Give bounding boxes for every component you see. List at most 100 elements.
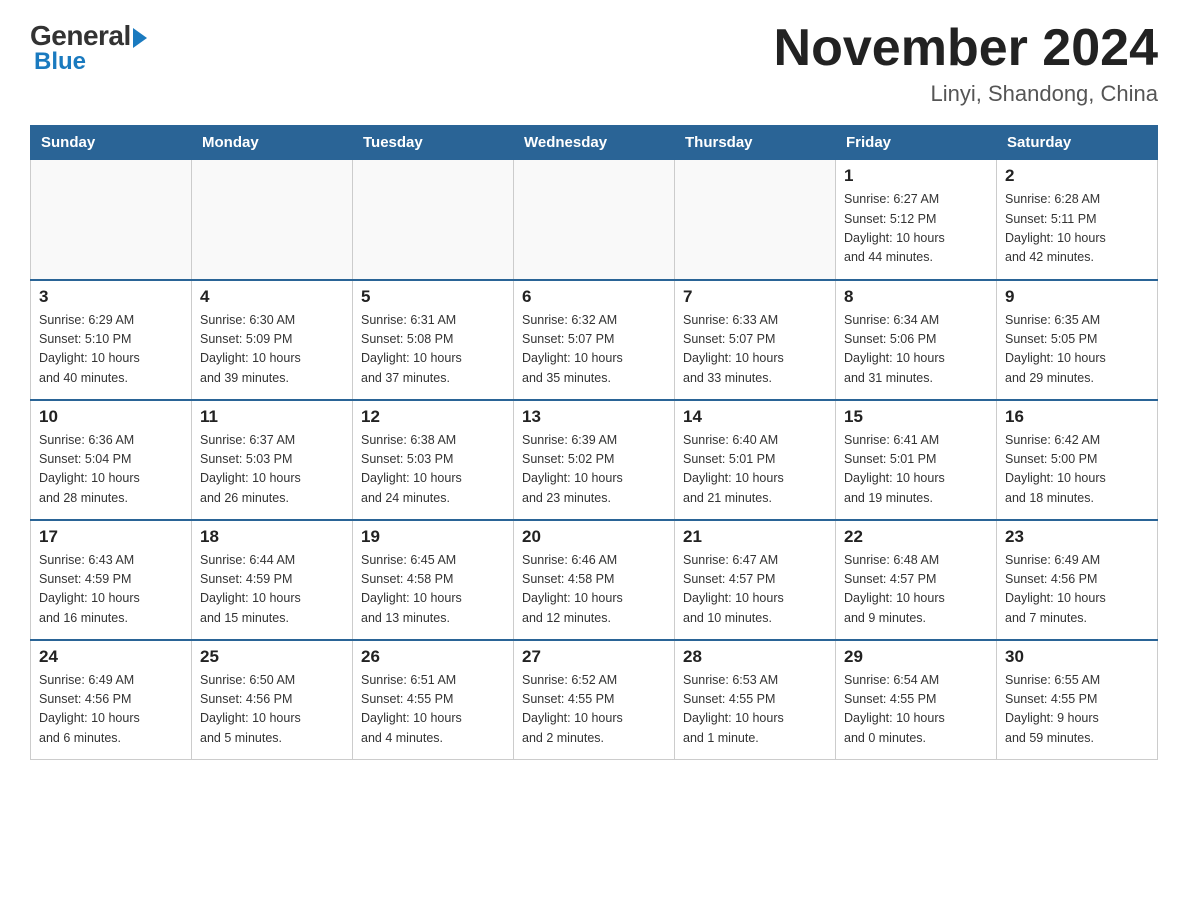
day-number: 22	[844, 527, 988, 547]
calendar-cell: 3 Sunrise: 6:29 AM Sunset: 5:10 PM Daylig…	[31, 280, 192, 400]
calendar-cell: 20 Sunrise: 6:46 AM Sunset: 4:58 PM Dayli…	[514, 520, 675, 640]
calendar-cell: 16Sunrise: 6:42 AM Sunset: 5:00 PM Dayli…	[997, 400, 1158, 520]
day-number: 12	[361, 407, 505, 427]
header-friday: Friday	[836, 126, 997, 160]
calendar-cell: 18 Sunrise: 6:44 AM Sunset: 4:59 PM Dayli…	[192, 520, 353, 640]
day-number: 13	[522, 407, 666, 427]
logo: General Blue	[30, 20, 147, 76]
calendar-cell: 6 Sunrise: 6:32 AM Sunset: 5:07 PM Daylig…	[514, 280, 675, 400]
day-number: 4	[200, 287, 344, 307]
calendar-title: November 2024	[774, 20, 1158, 77]
day-number: 1	[844, 166, 988, 186]
logo-arrow-icon	[133, 28, 147, 48]
day-info: Sunrise: 6:47 AM Sunset: 4:57 PM Dayligh…	[683, 551, 827, 629]
calendar-cell: 21 Sunrise: 6:47 AM Sunset: 4:57 PM Dayli…	[675, 520, 836, 640]
day-number: 21	[683, 527, 827, 547]
calendar-cell: 9 Sunrise: 6:35 AM Sunset: 5:05 PM Daylig…	[997, 280, 1158, 400]
calendar-cell: 26 Sunrise: 6:51 AM Sunset: 4:55 PM Dayli…	[353, 640, 514, 760]
day-info: Sunrise: 6:53 AM Sunset: 4:55 PM Dayligh…	[683, 671, 827, 749]
day-info: Sunrise: 6:36 AM Sunset: 5:04 PM Dayligh…	[39, 431, 183, 509]
day-number: 8	[844, 287, 988, 307]
day-number: 16	[1005, 407, 1149, 427]
day-info: Sunrise: 6:39 AM Sunset: 5:02 PM Dayligh…	[522, 431, 666, 509]
calendar-cell: 14 Sunrise: 6:40 AM Sunset: 5:01 PM Dayli…	[675, 400, 836, 520]
day-info: Sunrise: 6:31 AM Sunset: 5:08 PM Dayligh…	[361, 311, 505, 389]
calendar-subtitle: Linyi, Shandong, China	[774, 81, 1158, 107]
day-number: 30	[1005, 647, 1149, 667]
logo-blue: Blue	[34, 48, 147, 76]
day-number: 11	[200, 407, 344, 427]
header-thursday: Thursday	[675, 126, 836, 160]
day-number: 7	[683, 287, 827, 307]
day-number: 5	[361, 287, 505, 307]
calendar-cell: 1 Sunrise: 6:27 AM Sunset: 5:12 PM Daylig…	[836, 160, 997, 280]
calendar-cell	[31, 160, 192, 280]
day-info: Sunrise: 6:55 AM Sunset: 4:55 PM Dayligh…	[1005, 671, 1149, 749]
day-info: Sunrise: 6:33 AM Sunset: 5:07 PM Dayligh…	[683, 311, 827, 389]
day-info: Sunrise: 6:50 AM Sunset: 4:56 PM Dayligh…	[200, 671, 344, 749]
day-info: Sunrise: 6:32 AM Sunset: 5:07 PM Dayligh…	[522, 311, 666, 389]
calendar-cell: 17Sunrise: 6:43 AM Sunset: 4:59 PM Dayli…	[31, 520, 192, 640]
day-number: 10	[39, 407, 183, 427]
day-number: 27	[522, 647, 666, 667]
day-number: 25	[200, 647, 344, 667]
header-saturday: Saturday	[997, 126, 1158, 160]
calendar-cell: 11 Sunrise: 6:37 AM Sunset: 5:03 PM Dayli…	[192, 400, 353, 520]
week-row-3: 10 Sunrise: 6:36 AM Sunset: 5:04 PM Dayli…	[31, 400, 1158, 520]
week-row-1: 1 Sunrise: 6:27 AM Sunset: 5:12 PM Daylig…	[31, 160, 1158, 280]
calendar-cell: 7 Sunrise: 6:33 AM Sunset: 5:07 PM Daylig…	[675, 280, 836, 400]
day-number: 14	[683, 407, 827, 427]
calendar-cell: 29Sunrise: 6:54 AM Sunset: 4:55 PM Dayli…	[836, 640, 997, 760]
calendar-cell: 2Sunrise: 6:28 AM Sunset: 5:11 PM Daylig…	[997, 160, 1158, 280]
day-number: 26	[361, 647, 505, 667]
calendar-header-row: SundayMondayTuesdayWednesdayThursdayFrid…	[31, 126, 1158, 160]
calendar-cell	[514, 160, 675, 280]
calendar-cell: 25 Sunrise: 6:50 AM Sunset: 4:56 PM Dayli…	[192, 640, 353, 760]
calendar-cell: 28 Sunrise: 6:53 AM Sunset: 4:55 PM Dayli…	[675, 640, 836, 760]
day-number: 3	[39, 287, 183, 307]
header-sunday: Sunday	[31, 126, 192, 160]
calendar-table: SundayMondayTuesdayWednesdayThursdayFrid…	[30, 125, 1158, 760]
day-info: Sunrise: 6:29 AM Sunset: 5:10 PM Dayligh…	[39, 311, 183, 389]
calendar-cell	[675, 160, 836, 280]
header-wednesday: Wednesday	[514, 126, 675, 160]
day-number: 28	[683, 647, 827, 667]
calendar-cell: 13 Sunrise: 6:39 AM Sunset: 5:02 PM Dayli…	[514, 400, 675, 520]
calendar-cell: 23Sunrise: 6:49 AM Sunset: 4:56 PM Dayli…	[997, 520, 1158, 640]
calendar-cell: 4 Sunrise: 6:30 AM Sunset: 5:09 PM Daylig…	[192, 280, 353, 400]
calendar-cell: 15Sunrise: 6:41 AM Sunset: 5:01 PM Dayli…	[836, 400, 997, 520]
day-info: Sunrise: 6:44 AM Sunset: 4:59 PM Dayligh…	[200, 551, 344, 629]
day-info: Sunrise: 6:41 AM Sunset: 5:01 PM Dayligh…	[844, 431, 988, 509]
week-row-4: 17Sunrise: 6:43 AM Sunset: 4:59 PM Dayli…	[31, 520, 1158, 640]
day-info: Sunrise: 6:49 AM Sunset: 4:56 PM Dayligh…	[39, 671, 183, 749]
day-info: Sunrise: 6:51 AM Sunset: 4:55 PM Dayligh…	[361, 671, 505, 749]
calendar-cell: 12 Sunrise: 6:38 AM Sunset: 5:03 PM Dayli…	[353, 400, 514, 520]
calendar-cell: 24 Sunrise: 6:49 AM Sunset: 4:56 PM Dayli…	[31, 640, 192, 760]
day-number: 18	[200, 527, 344, 547]
day-info: Sunrise: 6:52 AM Sunset: 4:55 PM Dayligh…	[522, 671, 666, 749]
calendar-cell: 19Sunrise: 6:45 AM Sunset: 4:58 PM Dayli…	[353, 520, 514, 640]
calendar-cell: 30 Sunrise: 6:55 AM Sunset: 4:55 PM Dayli…	[997, 640, 1158, 760]
day-info: Sunrise: 6:38 AM Sunset: 5:03 PM Dayligh…	[361, 431, 505, 509]
day-number: 9	[1005, 287, 1149, 307]
day-info: Sunrise: 6:54 AM Sunset: 4:55 PM Dayligh…	[844, 671, 988, 749]
title-block: November 2024 Linyi, Shandong, China	[774, 20, 1158, 107]
day-number: 23	[1005, 527, 1149, 547]
day-info: Sunrise: 6:48 AM Sunset: 4:57 PM Dayligh…	[844, 551, 988, 629]
day-info: Sunrise: 6:27 AM Sunset: 5:12 PM Dayligh…	[844, 190, 988, 268]
day-info: Sunrise: 6:37 AM Sunset: 5:03 PM Dayligh…	[200, 431, 344, 509]
day-info: Sunrise: 6:35 AM Sunset: 5:05 PM Dayligh…	[1005, 311, 1149, 389]
calendar-cell: 10 Sunrise: 6:36 AM Sunset: 5:04 PM Dayli…	[31, 400, 192, 520]
day-info: Sunrise: 6:40 AM Sunset: 5:01 PM Dayligh…	[683, 431, 827, 509]
day-number: 24	[39, 647, 183, 667]
day-info: Sunrise: 6:30 AM Sunset: 5:09 PM Dayligh…	[200, 311, 344, 389]
day-info: Sunrise: 6:46 AM Sunset: 4:58 PM Dayligh…	[522, 551, 666, 629]
day-number: 6	[522, 287, 666, 307]
calendar-cell	[192, 160, 353, 280]
day-info: Sunrise: 6:45 AM Sunset: 4:58 PM Dayligh…	[361, 551, 505, 629]
day-number: 20	[522, 527, 666, 547]
header-monday: Monday	[192, 126, 353, 160]
calendar-cell: 5 Sunrise: 6:31 AM Sunset: 5:08 PM Daylig…	[353, 280, 514, 400]
day-number: 17	[39, 527, 183, 547]
day-number: 2	[1005, 166, 1149, 186]
